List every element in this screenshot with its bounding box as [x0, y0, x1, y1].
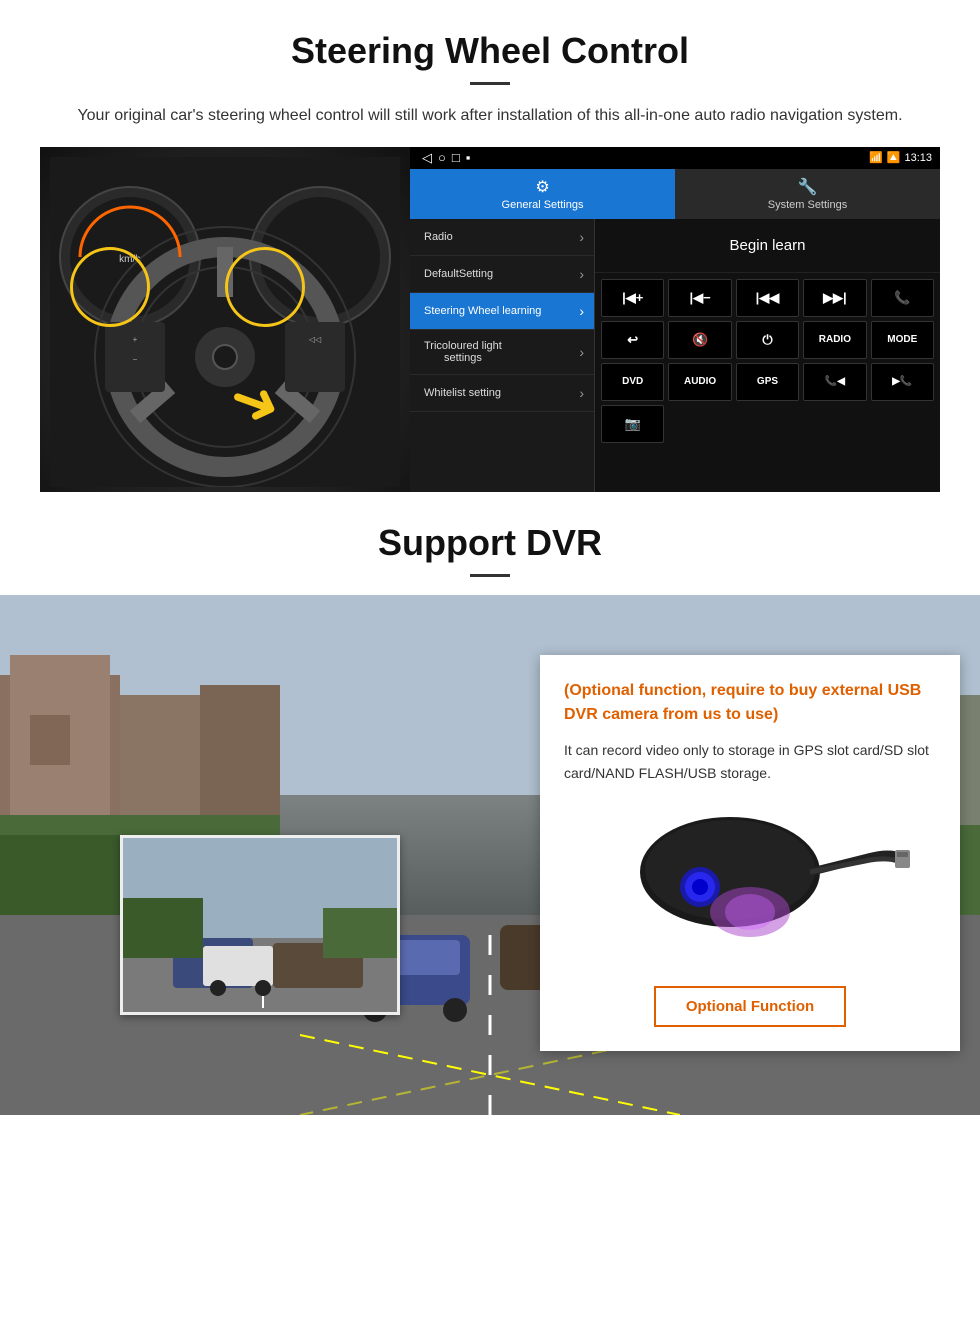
begin-learn-row: Begin learn: [595, 219, 940, 273]
dvr-thumbnail-image: [120, 835, 400, 1015]
vol-down-btn[interactable]: |◀−: [668, 279, 731, 317]
signal-icon: 📶: [869, 151, 883, 164]
tab-system-settings[interactable]: 🔧 System Settings: [675, 169, 940, 219]
gps-btn[interactable]: GPS: [736, 363, 799, 401]
gear-icon: ⚙: [535, 177, 549, 197]
dvr-title-area: Support DVR: [0, 492, 980, 577]
optional-function-button[interactable]: Optional Function: [654, 986, 846, 1027]
chevron-right-icon: ›: [579, 385, 584, 401]
tab-system-label: System Settings: [768, 199, 847, 211]
steering-title: Steering Wheel Control: [40, 30, 940, 72]
chevron-right-icon: ›: [579, 266, 584, 282]
status-bar: ◁ ○ □ ▪ 📶 🔼 13:13: [410, 147, 940, 169]
steering-content-area: km/h + −: [40, 147, 940, 492]
photo-bg: km/h + −: [40, 147, 410, 492]
phone-prev-btn[interactable]: 📞◀: [803, 363, 866, 401]
chevron-right-icon: ›: [579, 344, 584, 360]
next-phone-btn[interactable]: ▶📞: [871, 363, 934, 401]
next-btn[interactable]: ▶▶|: [803, 279, 866, 317]
system-icon: 🔧: [798, 177, 818, 197]
mode-btn[interactable]: MODE: [871, 321, 934, 359]
optional-highlight-text: (Optional function, require to buy exter…: [564, 679, 936, 727]
tab-general-settings[interactable]: ⚙ General Settings: [410, 169, 675, 219]
steering-subtitle: Your original car's steering wheel contr…: [60, 103, 920, 129]
highlight-circle-left: [70, 247, 150, 327]
menu-item-whitelist[interactable]: Whitelist setting ›: [410, 375, 594, 412]
home-nav-icon[interactable]: ○: [438, 150, 446, 166]
steering-photo: km/h + −: [40, 147, 410, 492]
settings-menu: Radio › DefaultSetting › Steering Wheel …: [410, 219, 595, 492]
camera-svg: [590, 802, 910, 962]
svg-text:+: +: [133, 335, 138, 344]
dvr-divider: [470, 574, 510, 577]
optional-function-container: Optional Function: [564, 978, 936, 1027]
dvr-section: Support DVR: [0, 492, 980, 1252]
dvr-description-text: It can record video only to storage in G…: [564, 739, 936, 787]
dvd-btn[interactable]: DVD: [601, 363, 664, 401]
menu-item-steering-learning[interactable]: Steering Wheel learning ›: [410, 293, 594, 330]
vol-up-btn[interactable]: |◀+: [601, 279, 664, 317]
menu-item-defaultsetting[interactable]: DefaultSetting ›: [410, 256, 594, 293]
control-buttons-grid: |◀+ |◀− |◀◀ ▶▶| 📞 ↩ 🔇 ⏻ RADIO MODE DVD A…: [595, 273, 940, 449]
thumbnail-svg: [123, 838, 400, 1015]
highlight-circle-right: [225, 247, 305, 327]
learning-panel: Begin learn |◀+ |◀− |◀◀ ▶▶| 📞 ↩ 🔇 ⏻ RADI…: [595, 219, 940, 492]
clock: 13:13: [904, 152, 932, 164]
settings-tabs: ⚙ General Settings 🔧 System Settings: [410, 169, 940, 219]
android-panel: ◁ ○ □ ▪ 📶 🔼 13:13 ⚙ General Settings: [410, 147, 940, 492]
camera-btn[interactable]: 📷: [601, 405, 664, 443]
tab-general-label: General Settings: [502, 199, 584, 211]
mute-btn[interactable]: 🔇: [668, 321, 731, 359]
wifi-icon: 🔼: [887, 151, 901, 164]
chevron-right-icon: ›: [579, 303, 584, 319]
svg-text:−: −: [133, 355, 138, 364]
svg-text:◁◁: ◁◁: [309, 335, 322, 344]
dvr-title: Support DVR: [40, 522, 940, 564]
menu-item-tricoloured[interactable]: Tricoloured lightsettings ›: [410, 330, 594, 375]
audio-btn[interactable]: AUDIO: [668, 363, 731, 401]
menu-nav-icon[interactable]: ▪: [466, 150, 471, 166]
status-indicators: 📶 🔼 13:13: [869, 151, 932, 164]
begin-learn-button[interactable]: Begin learn: [710, 229, 826, 262]
dvr-background-photo: (Optional function, require to buy exter…: [0, 595, 980, 1115]
hang-up-btn[interactable]: ↩: [601, 321, 664, 359]
title-divider: [470, 82, 510, 85]
back-nav-icon[interactable]: ◁: [422, 150, 432, 166]
dvr-camera-illustration: [590, 802, 910, 962]
menu-item-radio[interactable]: Radio ›: [410, 219, 594, 256]
recents-nav-icon[interactable]: □: [452, 150, 460, 166]
phone-btn[interactable]: 📞: [871, 279, 934, 317]
chevron-right-icon: ›: [579, 229, 584, 245]
dvr-info-card: (Optional function, require to buy exter…: [540, 655, 960, 1052]
nav-buttons: ◁ ○ □ ▪: [422, 150, 470, 166]
steering-section: Steering Wheel Control Your original car…: [0, 0, 980, 492]
thumbnail-road-scene: [123, 838, 397, 1012]
menu-area: Radio › DefaultSetting › Steering Wheel …: [410, 219, 940, 492]
radio-btn[interactable]: RADIO: [803, 321, 866, 359]
prev-btn[interactable]: |◀◀: [736, 279, 799, 317]
road-scene: (Optional function, require to buy exter…: [0, 595, 980, 1115]
power-btn[interactable]: ⏻: [736, 321, 799, 359]
